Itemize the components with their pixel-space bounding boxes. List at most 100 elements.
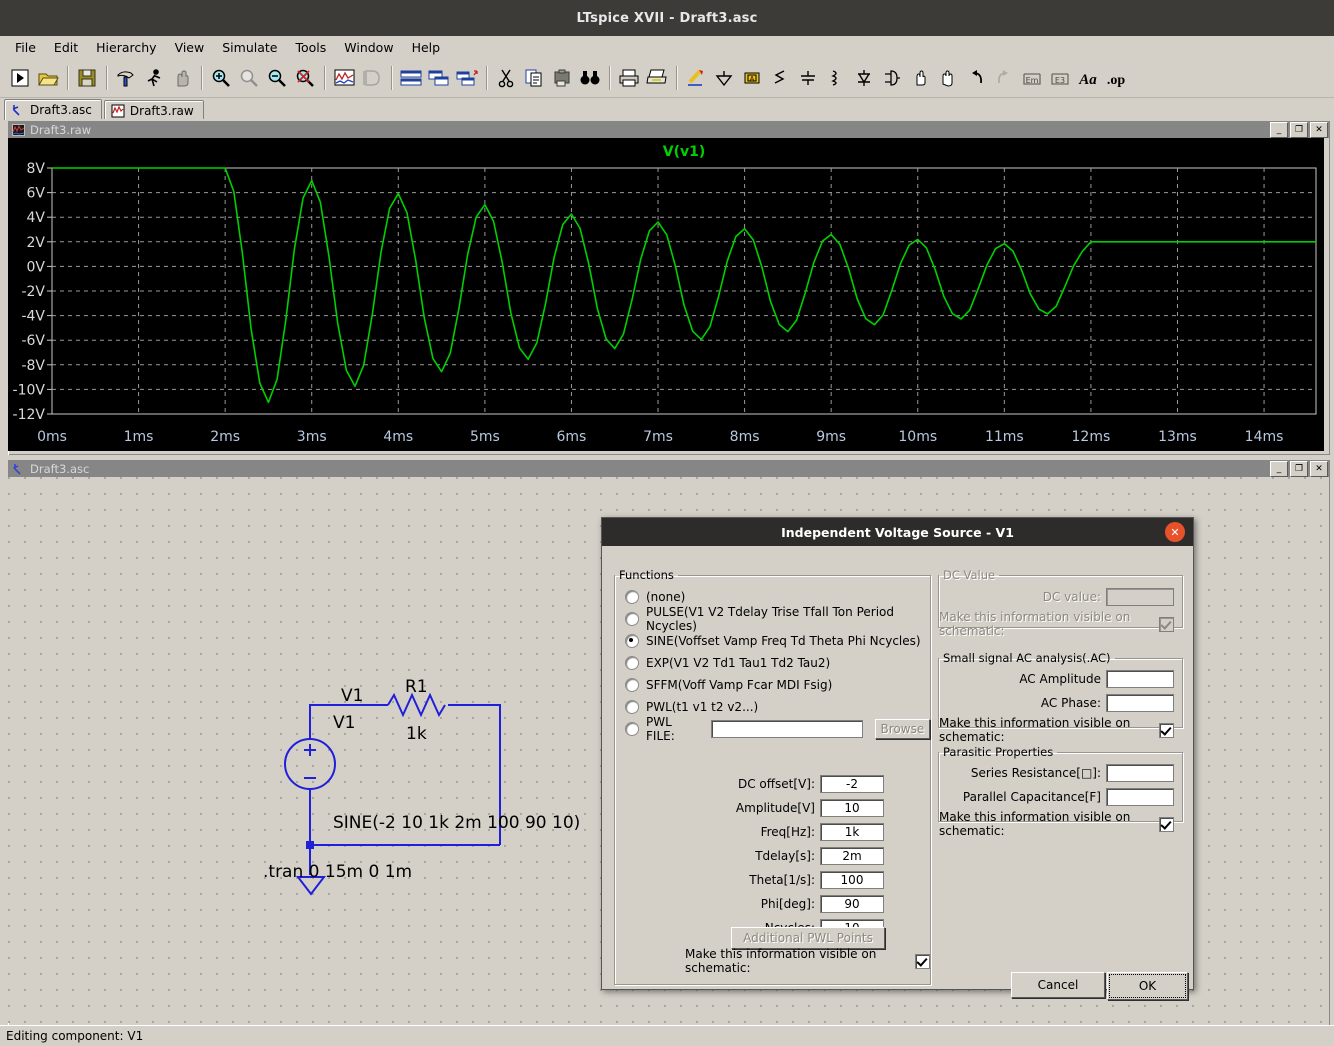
trace-legend-label[interactable]: V(v1) — [663, 144, 706, 160]
v1-name-label[interactable]: V1 — [333, 713, 355, 733]
freq-input[interactable]: 1k — [820, 822, 884, 841]
r1-value-label[interactable]: 1k — [406, 724, 427, 744]
arrange-icon[interactable] — [453, 63, 481, 93]
open-file-icon[interactable] — [34, 63, 62, 93]
function-option-sine[interactable]: SINE(Voffset Vamp Freq Td Theta Phi Ncyc… — [615, 630, 930, 652]
additional-pwl-points-button[interactable]: Additional PWL Points — [731, 927, 885, 949]
y-axis-tick-label: 8V — [27, 161, 46, 177]
maximize-button[interactable]: ❐ — [1290, 121, 1308, 138]
inductor-icon[interactable] — [822, 63, 850, 93]
zoom-cancel-icon[interactable] — [291, 63, 319, 93]
amplitude-input[interactable]: 10 — [820, 798, 884, 817]
browse-button[interactable]: Browse — [874, 719, 930, 739]
pwl-file-input[interactable] — [711, 720, 863, 738]
menu-edit[interactable]: Edit — [45, 38, 87, 57]
menu-help[interactable]: Help — [403, 38, 450, 57]
menu-window[interactable]: Window — [335, 38, 402, 57]
radio-none[interactable] — [625, 590, 639, 604]
waveform-view-icon[interactable] — [330, 63, 358, 93]
new-schematic-icon[interactable] — [6, 63, 34, 93]
save-icon[interactable] — [73, 63, 101, 93]
r1-designator-label[interactable]: R1 — [405, 677, 428, 697]
menubar: File Edit Hierarchy View Simulate Tools … — [0, 36, 1334, 59]
spice-directive-label[interactable]: .tran 0 15m 0 1m — [263, 862, 412, 882]
close-button[interactable]: ✕ — [1310, 121, 1328, 138]
visible-on-schematic-checkbox[interactable] — [1159, 616, 1174, 632]
text-icon[interactable]: Aa — [1074, 63, 1102, 93]
dc-value-row: DC value: — [939, 587, 1182, 606]
mirror-icon[interactable]: Em — [1018, 63, 1046, 93]
zoom-area-icon[interactable] — [235, 63, 263, 93]
theta-input[interactable]: 100 — [820, 870, 884, 889]
function-option-sffm[interactable]: SFFM(Voff Vamp Fcar MDI Fsig) — [615, 674, 930, 696]
tdelay-input[interactable]: 2m — [820, 846, 884, 865]
function-option-pulse[interactable]: PULSE(V1 V2 Tdelay Trise Tfall Ton Perio… — [615, 605, 930, 633]
menu-simulate[interactable]: Simulate — [213, 38, 286, 57]
halt-simulation-icon[interactable] — [168, 63, 196, 93]
resistor-icon[interactable] — [766, 63, 794, 93]
phi-input[interactable]: 90 — [820, 894, 884, 913]
cancel-button[interactable]: Cancel — [1011, 972, 1105, 998]
radio-pulse[interactable] — [625, 612, 639, 626]
capacitor-icon[interactable] — [794, 63, 822, 93]
x-axis-tick-label: 5ms — [470, 429, 500, 445]
build-hammer-icon[interactable] — [112, 63, 140, 93]
close-button[interactable]: ✕ — [1310, 460, 1328, 477]
visible-on-schematic-checkbox[interactable] — [915, 953, 930, 969]
radio-sffm[interactable] — [625, 678, 639, 692]
spice-directive-icon[interactable]: .op — [1102, 63, 1130, 93]
run-simulation-icon[interactable] — [140, 63, 168, 93]
menu-file[interactable]: File — [6, 38, 45, 57]
minimize-button[interactable]: _ — [1270, 121, 1288, 138]
series-resistance-input[interactable] — [1106, 763, 1174, 782]
menu-view[interactable]: View — [166, 38, 214, 57]
maximize-button[interactable]: ❐ — [1290, 460, 1308, 477]
zoom-in-icon[interactable] — [207, 63, 235, 93]
function-option-exp[interactable]: EXP(V1 V2 Td1 Tau1 Td2 Tau2) — [615, 652, 930, 674]
copy-icon[interactable] — [520, 63, 548, 93]
tile-horizontal-icon[interactable] — [397, 63, 425, 93]
cascade-icon[interactable] — [425, 63, 453, 93]
tab-draft3-raw[interactable]: Draft3.raw — [103, 100, 204, 120]
radio-pwl-file[interactable] — [625, 722, 639, 736]
dc-value-input[interactable] — [1106, 587, 1174, 606]
find-icon[interactable] — [576, 63, 604, 93]
drag-icon[interactable] — [934, 63, 962, 93]
y-axis-tick-label: -12V — [13, 407, 46, 423]
rotate-icon[interactable]: E3 — [1046, 63, 1074, 93]
menu-tools[interactable]: Tools — [286, 38, 335, 57]
component-icon[interactable] — [878, 63, 906, 93]
visible-on-schematic-checkbox[interactable] — [1159, 816, 1174, 832]
move-icon[interactable] — [906, 63, 934, 93]
minimize-button[interactable]: _ — [1270, 460, 1288, 477]
spice-error-log-icon[interactable] — [358, 63, 386, 93]
radio-sine[interactable] — [625, 634, 639, 648]
ok-button[interactable]: OK — [1107, 972, 1188, 1000]
menu-hierarchy[interactable]: Hierarchy — [87, 38, 165, 57]
ground-icon[interactable] — [710, 63, 738, 93]
tab-draft3-asc[interactable]: Draft3.asc — [4, 99, 102, 120]
paste-icon[interactable] — [548, 63, 576, 93]
undo-icon[interactable] — [962, 63, 990, 93]
close-icon[interactable]: ✕ — [1165, 522, 1185, 542]
zoom-out-icon[interactable] — [263, 63, 291, 93]
v1-designator-label[interactable]: V1 — [341, 686, 363, 706]
label-net-icon[interactable]: A — [738, 63, 766, 93]
redo-icon[interactable] — [990, 63, 1018, 93]
radio-exp[interactable] — [625, 656, 639, 670]
visible-on-schematic-checkbox[interactable] — [1159, 722, 1174, 738]
cut-icon[interactable] — [492, 63, 520, 93]
diode-icon[interactable] — [850, 63, 878, 93]
print-icon[interactable] — [643, 63, 671, 93]
draw-wire-icon[interactable] — [682, 63, 710, 93]
radio-pwl[interactable] — [625, 700, 639, 714]
waveform-plot[interactable]: 8V 6V 4V 2V 0V -2V -4V -6V -8V -10V -12V 0ms 1ms 2ms 3… — [8, 138, 1324, 451]
ac-amplitude-input[interactable] — [1106, 669, 1174, 688]
v1-value-label[interactable]: SINE(-2 10 1k 2m 100 90 10) — [333, 813, 580, 833]
print-preview-icon[interactable] — [615, 63, 643, 93]
dc-offset-input[interactable]: -2 — [820, 774, 884, 793]
status-bar: Editing component: V1 — [0, 1025, 1334, 1046]
parallel-capacitance-input[interactable] — [1106, 787, 1174, 806]
function-option-pwl-file[interactable]: PWL FILE: Browse — [615, 715, 930, 743]
ac-phase-input[interactable] — [1106, 693, 1174, 712]
